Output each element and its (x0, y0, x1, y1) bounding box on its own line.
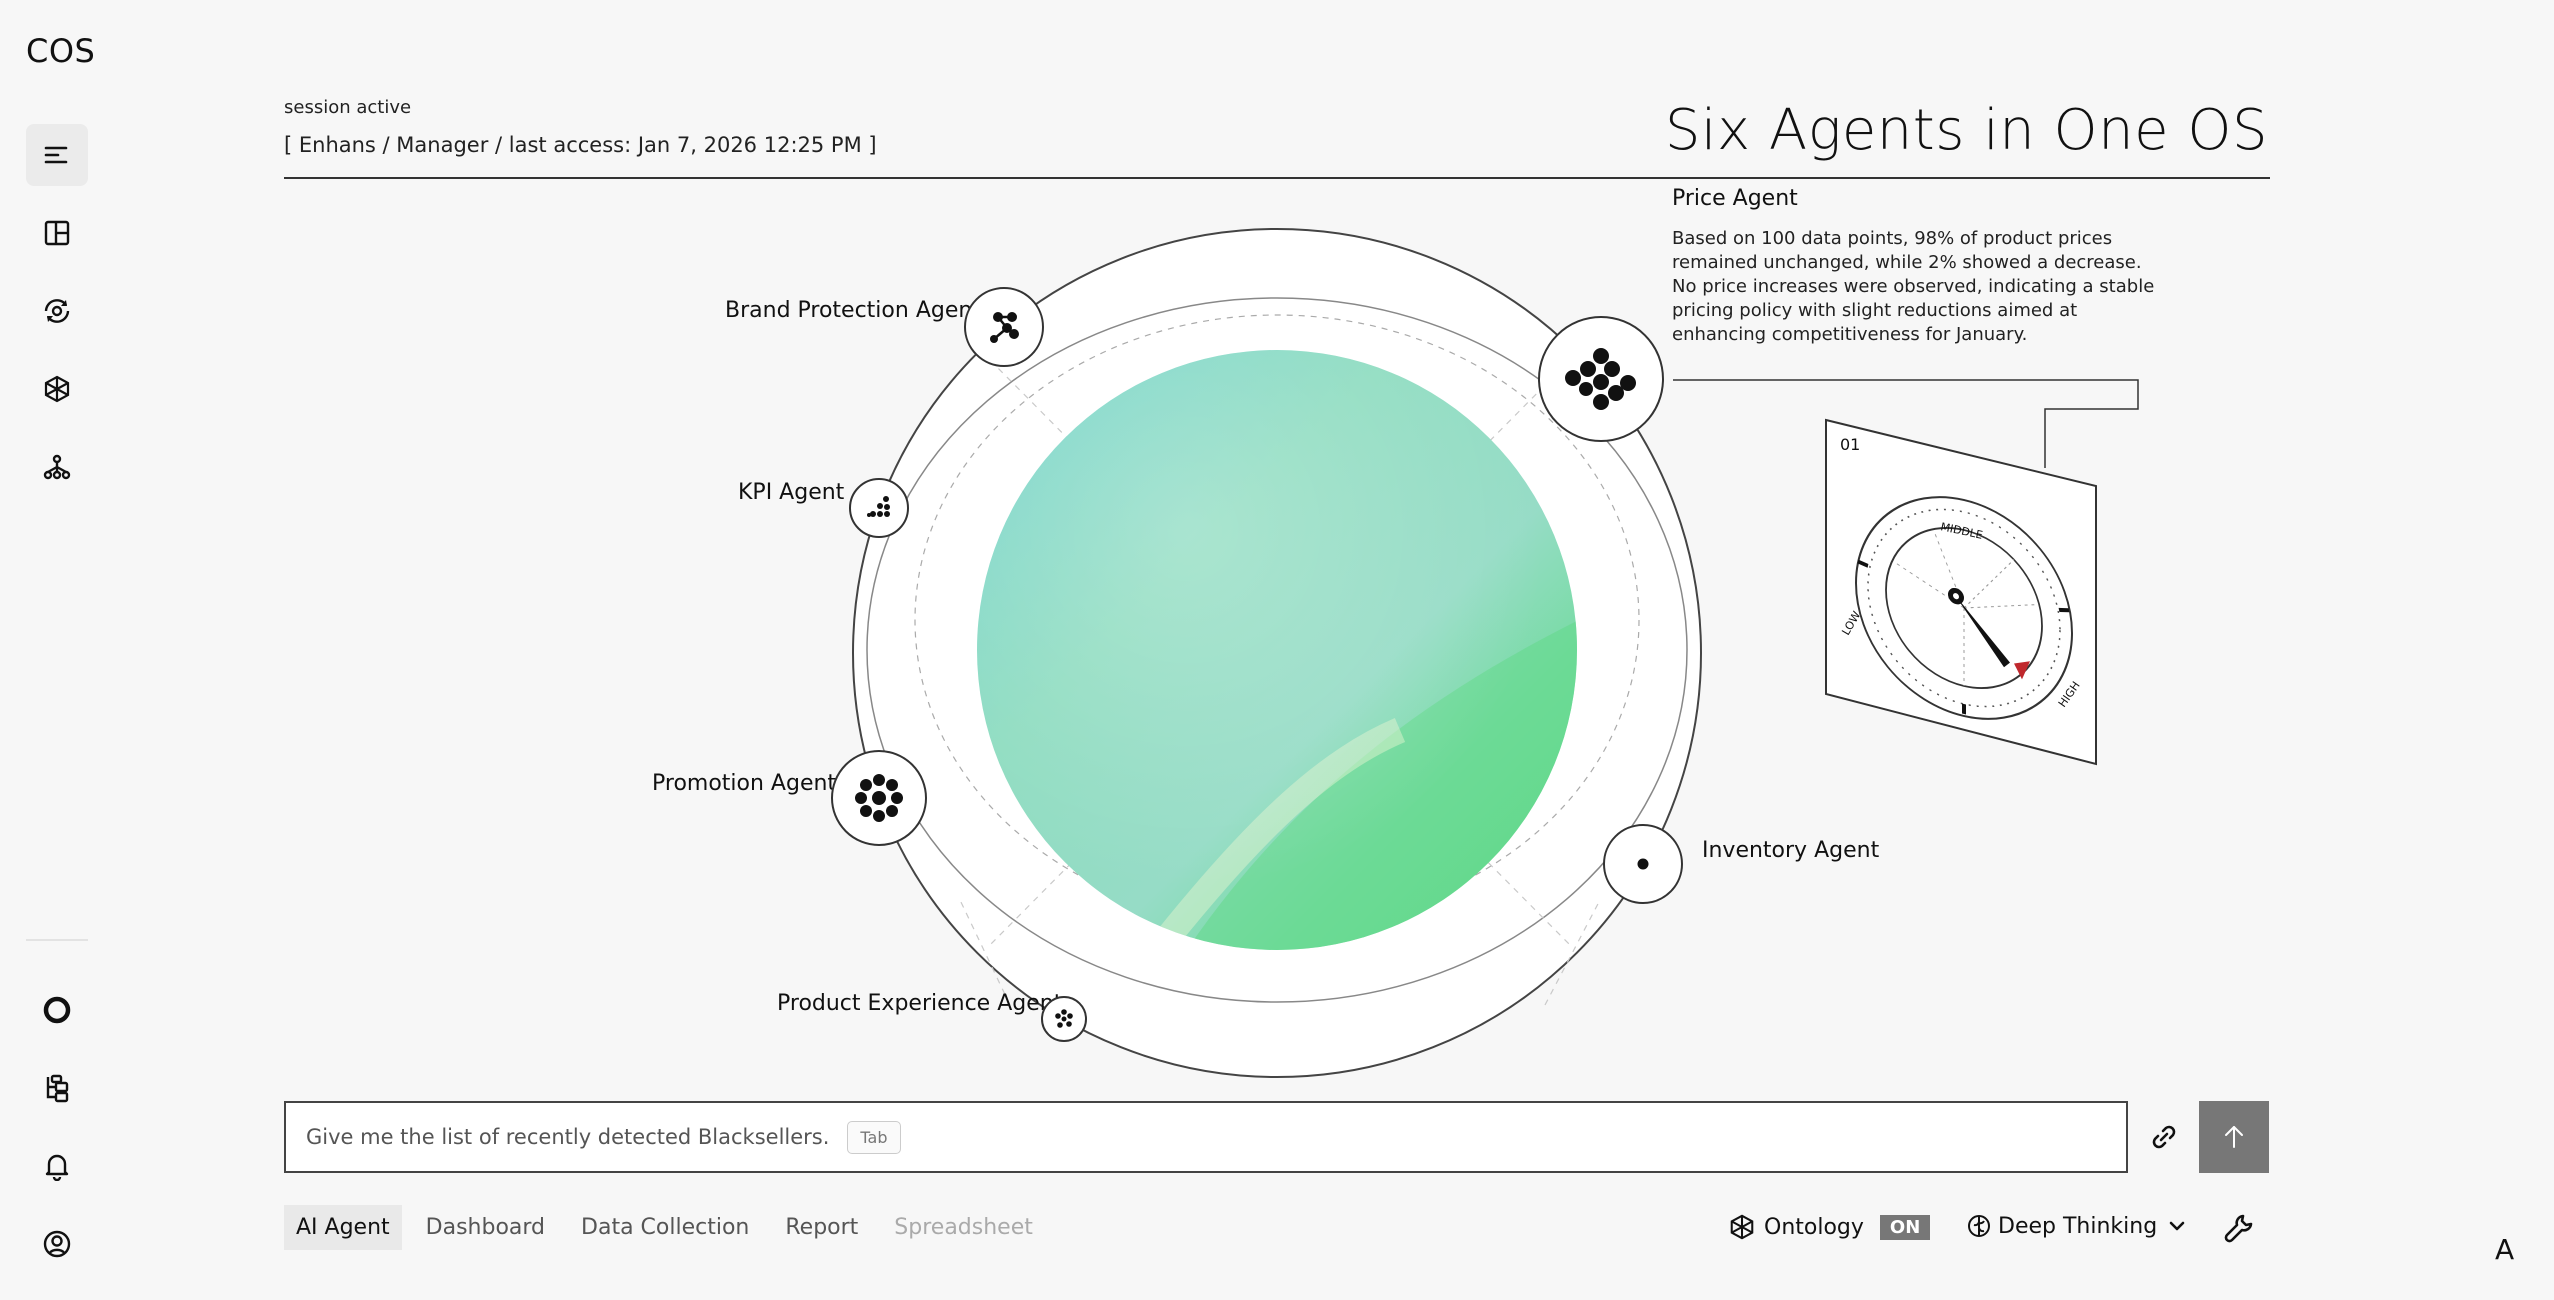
settings-wrench-icon[interactable] (2222, 1211, 2256, 1245)
price-agent-title: Price Agent (1672, 186, 1798, 211)
ontology-icon (1730, 1214, 1754, 1240)
bottom-tab-bar: AI Agent Dashboard Data Collection Repor… (284, 1205, 1057, 1250)
brand-protection-agent-label: Brand Protection Agent (725, 298, 981, 323)
ring-icon (43, 996, 71, 1024)
brain-icon (1968, 1215, 1990, 1237)
inventory-icon (1637, 858, 1649, 870)
send-button[interactable] (2199, 1101, 2269, 1173)
session-info: [ Enhans / Manager / last access: Jan 7,… (284, 133, 877, 157)
tab-ai-agent[interactable]: AI Agent (284, 1205, 402, 1250)
sidebar-status-button[interactable] (26, 979, 88, 1041)
tab-data-collection[interactable]: Data Collection (569, 1205, 761, 1250)
promotion-agent-node[interactable] (831, 750, 927, 846)
product-experience-icon (1055, 1009, 1073, 1028)
hierarchy-icon (43, 454, 71, 480)
arrow-up-icon (2225, 1126, 2243, 1148)
brand-protection-agent-node[interactable] (964, 287, 1044, 367)
tab-hint-chip: Tab (847, 1120, 901, 1154)
paperclip-icon (2152, 1125, 2176, 1149)
page-title: Six Agents in One OS (1664, 98, 2268, 163)
attach-button[interactable] (2144, 1114, 2184, 1160)
corner-label: A (2495, 1233, 2515, 1266)
inventory-agent-node[interactable] (1603, 824, 1683, 904)
sidebar-notifications-button[interactable] (26, 1135, 88, 1197)
inventory-agent-label: Inventory Agent (1702, 838, 1880, 863)
promotion-agent-label: Promotion Agent (652, 771, 837, 796)
sidebar-tree-button[interactable] (26, 1057, 88, 1119)
sidebar-eye-refresh-button[interactable] (26, 280, 88, 342)
price-agent-icon (1565, 348, 1636, 410)
bell-icon (45, 1154, 69, 1181)
user-circle-icon (43, 1230, 71, 1258)
sidebar: COS (0, 0, 114, 1300)
chat-input-text[interactable]: Give me the list of recently detected Bl… (306, 1125, 829, 1149)
eye-refresh-icon (44, 299, 70, 323)
ontology-label: Ontology (1764, 1214, 1864, 1240)
kpi-agent-label: KPI Agent (738, 480, 845, 505)
tab-dashboard[interactable]: Dashboard (414, 1205, 557, 1250)
deep-thinking-dropdown[interactable]: Deep Thinking (1966, 1213, 2187, 1239)
gauge-number: 01 (1840, 435, 1860, 454)
kpi-agent-node[interactable] (849, 478, 909, 538)
sidebar-layout-button[interactable] (26, 202, 88, 264)
header-divider (284, 177, 2270, 179)
menu-icon (44, 146, 68, 164)
promotion-icon (855, 774, 903, 822)
sidebar-menu-button[interactable] (26, 124, 88, 186)
sidebar-cube-network-button[interactable] (26, 358, 88, 420)
chat-input[interactable]: Give me the list of recently detected Bl… (284, 1101, 2128, 1173)
price-agent-node[interactable] (1538, 316, 1664, 442)
sidebar-hierarchy-button[interactable] (26, 436, 88, 498)
chevron-down-icon (2169, 1221, 2185, 1231)
cube-network-icon (44, 375, 70, 403)
kpi-icon (867, 496, 890, 517)
product-experience-agent-label: Product Experience Agent (777, 991, 1063, 1016)
ontology-toggle[interactable]: Ontology ON (1728, 1213, 1931, 1241)
deep-thinking-label: Deep Thinking (1998, 1213, 2158, 1239)
session-status: session active (284, 97, 412, 118)
tab-report[interactable]: Report (773, 1205, 870, 1250)
ontology-state-badge: ON (1879, 1214, 1931, 1240)
tree-icon (46, 1074, 69, 1103)
price-gauge-card: 01 MIDDLE LOW HIGH REMAIN (1825, 418, 2097, 766)
app-logo: COS (26, 32, 96, 70)
price-agent-description: Based on 100 data points, 98% of product… (1672, 228, 2155, 345)
layout-icon (44, 220, 70, 246)
brand-protection-icon (990, 312, 1019, 343)
sidebar-profile-button[interactable] (26, 1213, 88, 1275)
sidebar-divider (26, 939, 88, 941)
tab-spreadsheet[interactable]: Spreadsheet (882, 1205, 1045, 1250)
product-experience-agent-node[interactable] (1041, 996, 1087, 1042)
